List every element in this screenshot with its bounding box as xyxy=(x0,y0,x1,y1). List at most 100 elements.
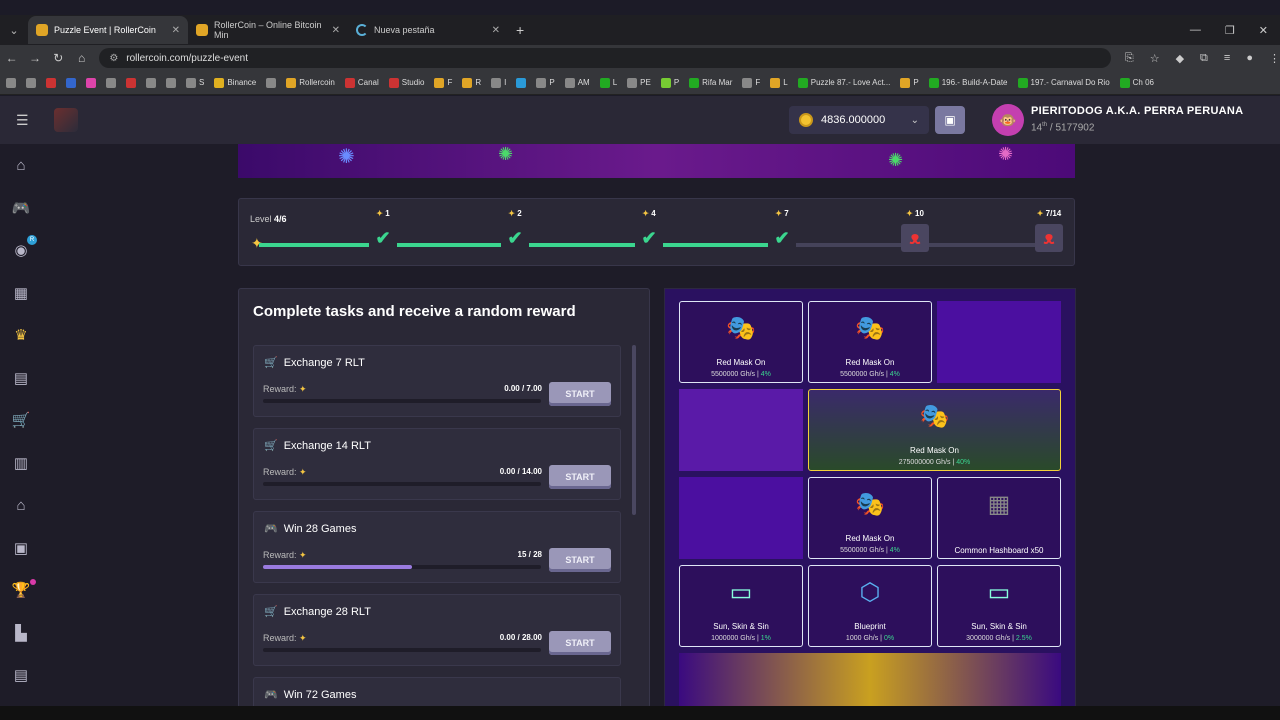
reward-tile[interactable]: ▦ Common Hashboard x50 xyxy=(937,477,1061,559)
close-window-icon[interactable]: ✕ xyxy=(1259,24,1268,37)
install-icon[interactable]: ⎘ xyxy=(1125,52,1134,65)
task-item: 🛒 Exchange 14 RLT Reward: ✦ 0.00 / 14.00 … xyxy=(253,428,621,500)
close-icon[interactable]: ✕ xyxy=(332,25,340,36)
bookmark-item[interactable]: Rollercoin xyxy=(286,77,335,88)
rollercoin-logo[interactable] xyxy=(54,108,78,132)
balance-dropdown[interactable]: 4836.000000 ⌄ xyxy=(789,106,929,134)
sidebar-item-games[interactable]: 🎮 xyxy=(0,187,42,230)
back-icon[interactable]: ← xyxy=(0,51,23,65)
sidebar-item-trophy[interactable]: 🏆 xyxy=(0,569,42,612)
media-icon[interactable]: ≡ xyxy=(1224,52,1230,65)
home-icon[interactable]: ⌂ xyxy=(70,51,93,65)
bookmark-item[interactable] xyxy=(266,77,277,88)
profile-icon[interactable]: ● xyxy=(1246,52,1253,65)
user-name[interactable]: PIERITODOG A.K.A. PERRA PERUANA xyxy=(1031,105,1243,117)
minimize-icon[interactable]: — xyxy=(1190,24,1201,36)
bookmark-item[interactable]: F xyxy=(434,77,452,88)
site-info-icon[interactable]: ⚙ xyxy=(109,53,118,64)
menu-icon[interactable]: ⋮ xyxy=(1269,52,1280,65)
bookmark-item[interactable]: P xyxy=(900,77,919,88)
sidebar-item-factory[interactable]: ▙ xyxy=(0,612,42,655)
bookmark-item[interactable]: Studio xyxy=(388,77,424,88)
bookmark-item[interactable]: AM xyxy=(564,77,590,88)
extension-icon[interactable]: ◆ xyxy=(1176,52,1184,65)
sidebar-item-home[interactable]: ⌂ xyxy=(0,144,42,187)
bookmark-item[interactable]: Binance xyxy=(214,77,256,88)
sidebar-item-list[interactable]: ▤ xyxy=(0,654,42,697)
bookmark-item[interactable]: Ch 06 xyxy=(1119,77,1154,88)
tab-puzzle-event[interactable]: Puzzle Event | RollerCoin ✕ xyxy=(28,16,188,44)
hidden-tile[interactable] xyxy=(679,389,803,471)
reward-tile[interactable]: ⬡ Blueprint 1000 Gh/s | 0% xyxy=(808,565,932,647)
start-button[interactable]: START xyxy=(549,382,611,406)
puzzle-extensions-icon[interactable]: ⧉ xyxy=(1200,52,1208,65)
sidebar-item-crown[interactable]: ♛ xyxy=(0,314,42,357)
reward-tile[interactable]: 🎭 Red Mask On 5500000 Gh/s | 4% xyxy=(808,301,932,383)
tab-new[interactable]: Nueva pestaña ✕ xyxy=(348,16,508,44)
reload-icon[interactable]: ↻ xyxy=(47,51,70,65)
reward-tile[interactable]: ▭ Sun, Skin & Sin 1000000 Gh/s | 1% xyxy=(679,565,803,647)
bookmark-item[interactable]: L xyxy=(770,77,788,88)
bookmark-item[interactable]: Rifa Mar xyxy=(689,77,732,88)
bookmark-item[interactable] xyxy=(46,77,56,88)
start-button[interactable]: START xyxy=(549,465,611,489)
bookmark-item[interactable]: 197.- Carnaval Do Rio xyxy=(1017,77,1110,88)
sidebar-item-marketplace[interactable]: 🛒 xyxy=(0,399,42,442)
sidebar-item-gifts[interactable]: ▣ xyxy=(0,527,42,570)
reward-tile-highlighted[interactable]: 🎭 Red Mask On 275000000 Gh/s | 40% xyxy=(808,389,1061,471)
tab-rollercoin[interactable]: RollerCoin – Online Bitcoin Min ✕ xyxy=(188,16,348,44)
scrollbar[interactable] xyxy=(632,345,636,515)
bookmark-item[interactable] xyxy=(26,77,36,88)
hamburger-menu-icon[interactable]: ☰ xyxy=(16,112,29,129)
sidebar-item-calendar[interactable]: ▤ xyxy=(0,357,42,400)
close-icon[interactable]: ✕ xyxy=(492,25,500,36)
sidebar-item-rewards[interactable]: ◉ R xyxy=(0,229,42,272)
level-label: Level 4/6 xyxy=(250,214,287,224)
reward-tile[interactable]: 🎭 Red Mask On 5500000 Gh/s | 4% xyxy=(808,477,932,559)
bookmark-item[interactable] xyxy=(126,77,136,88)
bookmark-item[interactable] xyxy=(66,77,76,88)
milestone-7[interactable]: ✦ 7 ✔ xyxy=(752,209,812,252)
milestone-2[interactable]: ✦ 2 ✔ xyxy=(485,209,545,252)
milestone-4[interactable]: ✦ 4 ✔ xyxy=(619,209,679,252)
bookmark-item[interactable] xyxy=(516,77,527,88)
new-tab-button[interactable]: + xyxy=(516,22,524,38)
bookmark-item[interactable]: R xyxy=(462,77,481,88)
sidebar-item-bank[interactable]: ⌂ xyxy=(0,484,42,527)
bookmark-item[interactable] xyxy=(86,77,96,88)
url-field[interactable]: ⚙ rollercoin.com/puzzle-event xyxy=(99,48,1111,68)
bookmark-item[interactable]: Canal xyxy=(344,77,379,88)
milestone-10[interactable]: ✦ 10 ᴥ xyxy=(885,209,945,252)
milestone-1[interactable]: ✦ 1 ✔ xyxy=(353,209,413,252)
bookmark-star-icon[interactable]: ☆ xyxy=(1150,52,1160,65)
tasks-panel: Complete tasks and receive a random rewa… xyxy=(238,288,650,706)
bookmark-item[interactable]: P xyxy=(536,77,555,88)
hidden-tile[interactable] xyxy=(679,477,803,559)
bookmark-item[interactable] xyxy=(166,77,176,88)
hidden-tile[interactable] xyxy=(937,301,1061,383)
bookmark-item[interactable]: F xyxy=(742,77,760,88)
bookmark-item[interactable]: 196.- Build-A-Date xyxy=(928,77,1008,88)
bookmark-item[interactable] xyxy=(106,77,116,88)
forward-icon[interactable]: → xyxy=(23,51,46,65)
start-button[interactable]: START xyxy=(549,631,611,655)
reward-tile[interactable]: ▭ Sun, Skin & Sin 3000000 Gh/s | 2.5% xyxy=(937,565,1061,647)
milestone-final[interactable]: ✦ 7/14 ᴥ xyxy=(1019,209,1079,252)
sidebar-item-shop[interactable]: ▥ xyxy=(0,442,42,485)
sidebar-item-storage[interactable]: ▦ xyxy=(0,272,42,315)
bookmark-item[interactable]: P xyxy=(660,77,679,88)
close-icon[interactable]: ✕ xyxy=(172,25,180,36)
bookmark-item[interactable]: S xyxy=(186,77,204,88)
bookmark-item[interactable] xyxy=(146,77,156,88)
wallet-button[interactable]: ▣ xyxy=(935,106,965,134)
tab-search-icon[interactable]: ⌄ xyxy=(0,24,28,37)
bookmark-item[interactable]: I xyxy=(491,77,506,88)
bookmark-item[interactable]: Puzzle 87.- Love Act... xyxy=(797,77,890,88)
bookmark-item[interactable]: L xyxy=(599,77,617,88)
restore-icon[interactable]: ❐ xyxy=(1225,24,1235,37)
bookmark-item[interactable] xyxy=(6,77,16,88)
start-button[interactable]: START xyxy=(549,548,611,572)
bookmark-item[interactable]: PE xyxy=(627,77,651,88)
avatar[interactable]: 🐵 xyxy=(992,104,1024,136)
reward-tile[interactable]: 🎭 Red Mask On 5500000 Gh/s | 4% xyxy=(679,301,803,383)
